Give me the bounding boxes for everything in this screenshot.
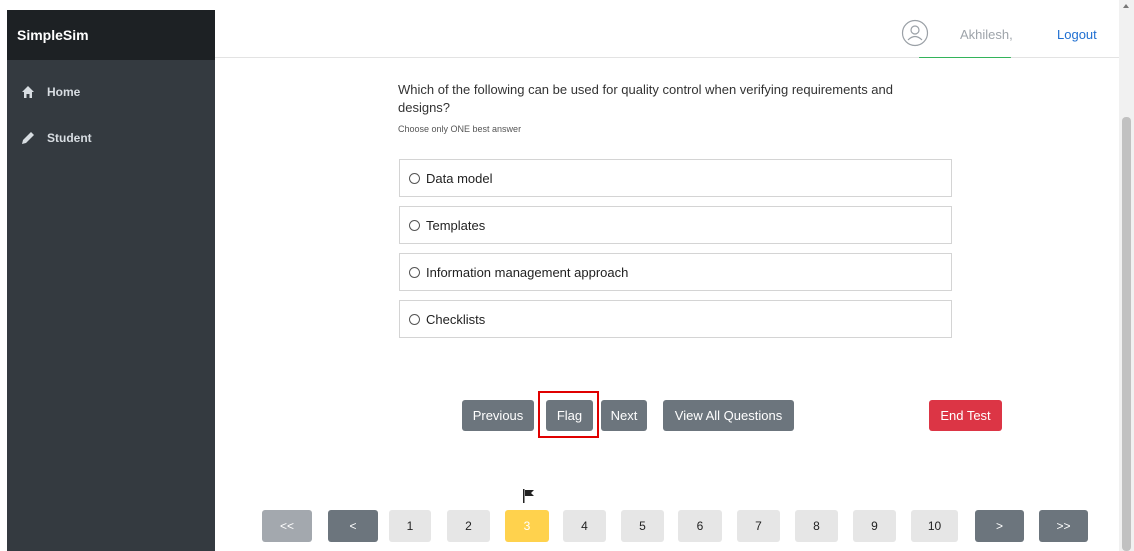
flag-button[interactable]: Flag [546,400,593,431]
scroll-up-arrow-icon[interactable] [1123,4,1129,8]
sidebar-item-home[interactable]: Home [7,80,215,104]
home-icon [21,85,35,99]
pager-prev-button[interactable]: < [328,510,378,542]
question-panel: Which of the following can be used for q… [215,58,1119,551]
answer-option-1[interactable]: Data model [399,159,952,197]
pager-page-6[interactable]: 6 [678,510,722,542]
pager-page-10[interactable]: 10 [911,510,958,542]
pager-page-7[interactable]: 7 [737,510,780,542]
answer-option-3[interactable]: Information management approach [399,253,952,291]
end-test-button[interactable]: End Test [929,400,1002,431]
radio-button[interactable] [409,172,420,184]
pager-page-3[interactable]: 3 [505,510,549,542]
next-button[interactable]: Next [601,400,647,431]
radio-button[interactable] [409,266,420,278]
radio-button[interactable] [409,313,420,325]
option-label: Templates [426,217,486,233]
scrollbar-thumb[interactable] [1122,117,1131,551]
pager-last-button[interactable]: >> [1039,510,1088,542]
pencil-icon [21,131,35,145]
user-avatar-icon[interactable] [901,19,929,47]
view-all-questions-button[interactable]: View All Questions [663,400,794,431]
pager-first-button[interactable]: << [262,510,312,542]
question-text: Which of the following can be used for q… [398,82,893,115]
pager-page-2[interactable]: 2 [447,510,490,542]
brand-logo[interactable]: SimpleSim [7,10,215,60]
pager-page-1[interactable]: 1 [389,510,431,542]
pager-page-9[interactable]: 9 [853,510,896,542]
flag-marker-icon [523,489,535,503]
sidebar-item-label: Home [47,85,81,99]
pager-page-5[interactable]: 5 [621,510,664,542]
top-navbar: Akhilesh, Logout [215,10,1119,58]
username-label: Akhilesh, [960,27,1013,42]
pager-page-4[interactable]: 4 [563,510,606,542]
page-scrollbar[interactable] [1119,0,1134,551]
option-label: Checklists [426,311,486,327]
answer-option-4[interactable]: Checklists [399,300,952,338]
pager-page-8[interactable]: 8 [795,510,838,542]
answer-hint: Choose only ONE best answer [398,124,522,134]
pager-next-button[interactable]: > [975,510,1024,542]
sidebar: SimpleSim Home Student [7,10,215,551]
logout-link[interactable]: Logout [1057,27,1097,42]
option-label: Data model [426,170,493,186]
sidebar-item-student[interactable]: Student [7,126,215,150]
previous-button[interactable]: Previous [462,400,534,431]
sidebar-item-label: Student [47,131,92,145]
option-label: Information management approach [426,264,629,280]
answer-option-2[interactable]: Templates [399,206,952,244]
radio-button[interactable] [409,219,420,231]
